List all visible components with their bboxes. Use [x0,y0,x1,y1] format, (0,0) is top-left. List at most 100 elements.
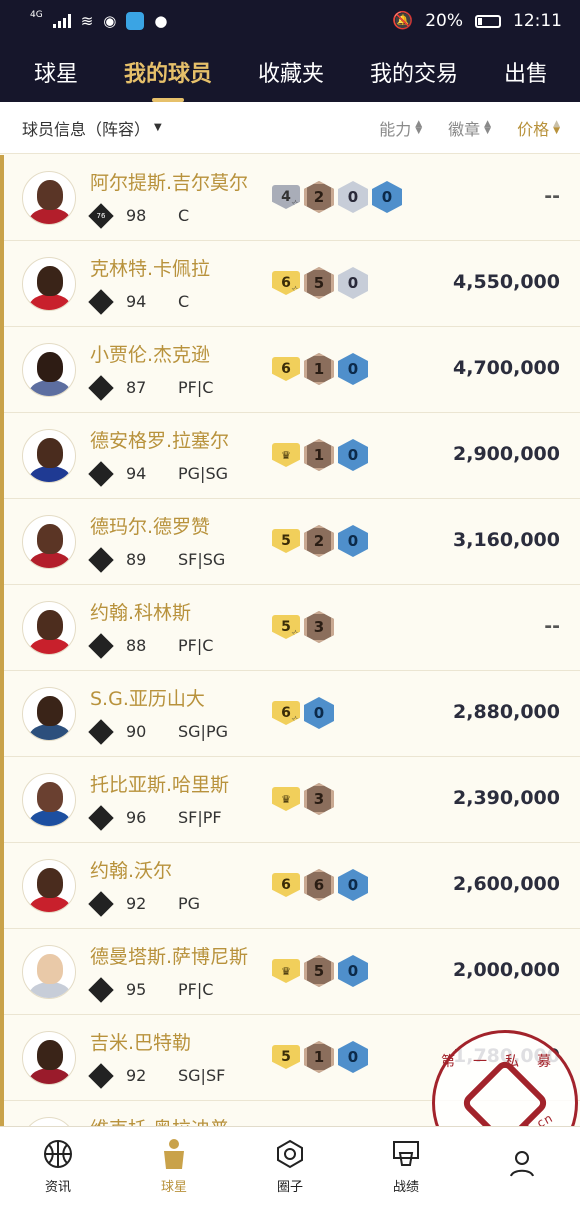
filter-bar: 球员信息（阵容） ▼ 能力 ▲ ▼ 徽章 ▲ ▼ 价格 ▲ ▼ [0,102,580,154]
bottom-tab-profile[interactable] [472,1147,572,1185]
player-position: SF|SG [178,550,226,569]
player-row[interactable]: 克林特.卡佩拉 94 C 6 ☆ 5 0 4,550,000 [4,241,580,327]
star-icon: ☆ [291,715,300,726]
player-row[interactable]: 小贾伦.杰克逊 87 PF|C 6 1 0 4,700,000 [4,327,580,413]
rating-diamond-icon [88,632,114,659]
signal-icon [52,14,71,28]
badge-bronze: 1 [304,1041,334,1073]
player-position: C [178,292,190,311]
badge-count: 2 [313,532,325,550]
badge-count: 0 [347,876,359,894]
player-row[interactable]: 德曼塔斯.萨博尼斯 95 PF|C ♛ 5 0 2,000,000 [4,929,580,1015]
player-rating: 90 [126,722,147,741]
rating-icon-label [92,379,110,397]
badge-count: 0 [347,446,359,464]
player-position: SF|PF [178,808,222,827]
sort-arrows-icon: ▲ ▼ [484,118,492,136]
badge-group: 6 1 0 [272,353,368,385]
player-avatar [22,773,76,827]
rating-icon-label [92,895,110,913]
badge-bronze: 6 [304,869,334,901]
badge-group: ♛ 5 0 [272,955,368,987]
player-row[interactable]: 约翰.沃尔 92 PG 6 6 0 2,600,000 [4,843,580,929]
rating-icon-label [92,809,110,827]
badge-blue: 0 [338,955,368,987]
player-price: 2,000,000 [453,959,560,981]
bottom-tab-stars[interactable]: 球星 [124,1138,224,1195]
level-value: 5 [281,533,291,549]
player-row[interactable]: 德安格罗.拉塞尔 94 PG|SG ♛ 1 0 2,900,000 [4,413,580,499]
player-position: SG|PG [178,722,228,741]
bottom-tab-circle-label: 圈子 [276,1179,303,1195]
badge-count: 0 [347,274,359,292]
player-name: 吉米.巴特勒 [90,1032,192,1054]
player-row[interactable]: 约翰.科林斯 88 PF|C 5 ☆ 3 -- [4,585,580,671]
sort-price[interactable]: 价格 ▲ ▼ [517,116,560,140]
player-price: 4,550,000 [453,271,560,293]
level-value: 6 [281,705,291,721]
level-value: 6 [281,361,291,377]
badge-count: 0 [347,188,359,206]
sort-ability[interactable]: 能力 ▲ ▼ [379,116,422,140]
badge-blue: 0 [338,353,368,385]
level-badge: ♛ [272,959,300,983]
rating-icon-label [92,1067,110,1085]
level-badge: 6 [272,357,300,381]
level-value: 5 [281,1049,291,1065]
rating-icon-label [92,465,110,483]
rating-icon-label [92,637,110,655]
clock: 12:11 [513,11,562,31]
bottom-tab-record[interactable]: 战绩 [356,1138,456,1195]
badge-count: 1 [313,1048,325,1066]
rating-diamond-icon [88,374,114,401]
badge-group: 6 6 0 [272,869,368,901]
badge-bronze: 3 [304,783,334,815]
player-price: 2,390,000 [453,787,560,809]
lineup-filter-label: 球员信息（阵容） [22,119,151,139]
player-position: SG|SF [178,1066,226,1085]
player-row[interactable]: S.G.亚历山大 90 SG|PG 6 ☆ 0 2,880,000 [4,671,580,757]
badge-bronze: 5 [304,267,334,299]
player-price: 3,160,000 [453,529,560,551]
top-nav-tabs: 球星 我的球员 收藏夹 我的交易 出售 [0,42,580,102]
badge-blue: 0 [338,525,368,557]
bottom-tab-bar: 资讯 球星 圈子 战绩 [0,1126,580,1205]
status-bar: 4G ≋ ◉ ● 🔕 20% 12:11 [0,0,580,42]
badge-count: 1 [313,446,325,464]
sort-ability-label: 能力 [379,119,412,139]
player-name: 约翰.科林斯 [90,602,192,624]
badge-count: 6 [313,876,325,894]
tab-favorites[interactable]: 收藏夹 [258,56,324,88]
tab-stars[interactable]: 球星 [34,56,78,88]
level-badge: 5 [272,1045,300,1069]
player-name: 小贾伦.杰克逊 [90,344,211,366]
player-avatar [22,859,76,913]
level-value: 6 [281,877,291,893]
bottom-tab-stars-label: 球星 [160,1179,187,1195]
battery-icon [475,14,501,28]
player-row[interactable]: 德玛尔.德罗赞 89 SF|SG 5 2 0 3,160,000 [4,499,580,585]
tab-my-players[interactable]: 我的球员 [124,56,212,102]
badge-count: 3 [313,618,325,636]
sort-badge[interactable]: 徽章 ▲ ▼ [448,116,491,140]
bottom-tab-news[interactable]: 资讯 [8,1138,108,1195]
player-row[interactable]: 托比亚斯.哈里斯 96 SF|PF ♛ 3 2,390,000 [4,757,580,843]
tab-sell[interactable]: 出售 [504,56,548,88]
player-name: 德曼塔斯.萨博尼斯 [90,946,249,968]
bottom-tab-circle[interactable]: 圈子 [240,1138,340,1195]
player-rating: 92 [126,1066,147,1085]
player-position: PG [178,894,201,913]
badge-silver: 0 [338,267,368,299]
badge-count: 1 [313,360,325,378]
player-list[interactable]: 阿尔提斯.吉尔莫尔 76 98 C 4 ☆ 2 0 0 -- 克林特.卡佩拉 94 C … [0,155,580,1126]
rating-icon-label: 76 [96,211,106,220]
player-avatar [22,515,76,569]
player-meta: 90 SG|PG [88,718,258,745]
lineup-filter-dropdown[interactable]: 球员信息（阵容） ▼ [22,116,162,140]
message-icon: ● [154,12,168,30]
player-name: 德安格罗.拉塞尔 [90,430,230,452]
tab-my-trades[interactable]: 我的交易 [370,56,458,88]
player-meta: 94 C [88,288,258,315]
player-row[interactable]: 阿尔提斯.吉尔莫尔 76 98 C 4 ☆ 2 0 0 -- [4,155,580,241]
bottom-tab-record-label: 战绩 [392,1179,419,1195]
